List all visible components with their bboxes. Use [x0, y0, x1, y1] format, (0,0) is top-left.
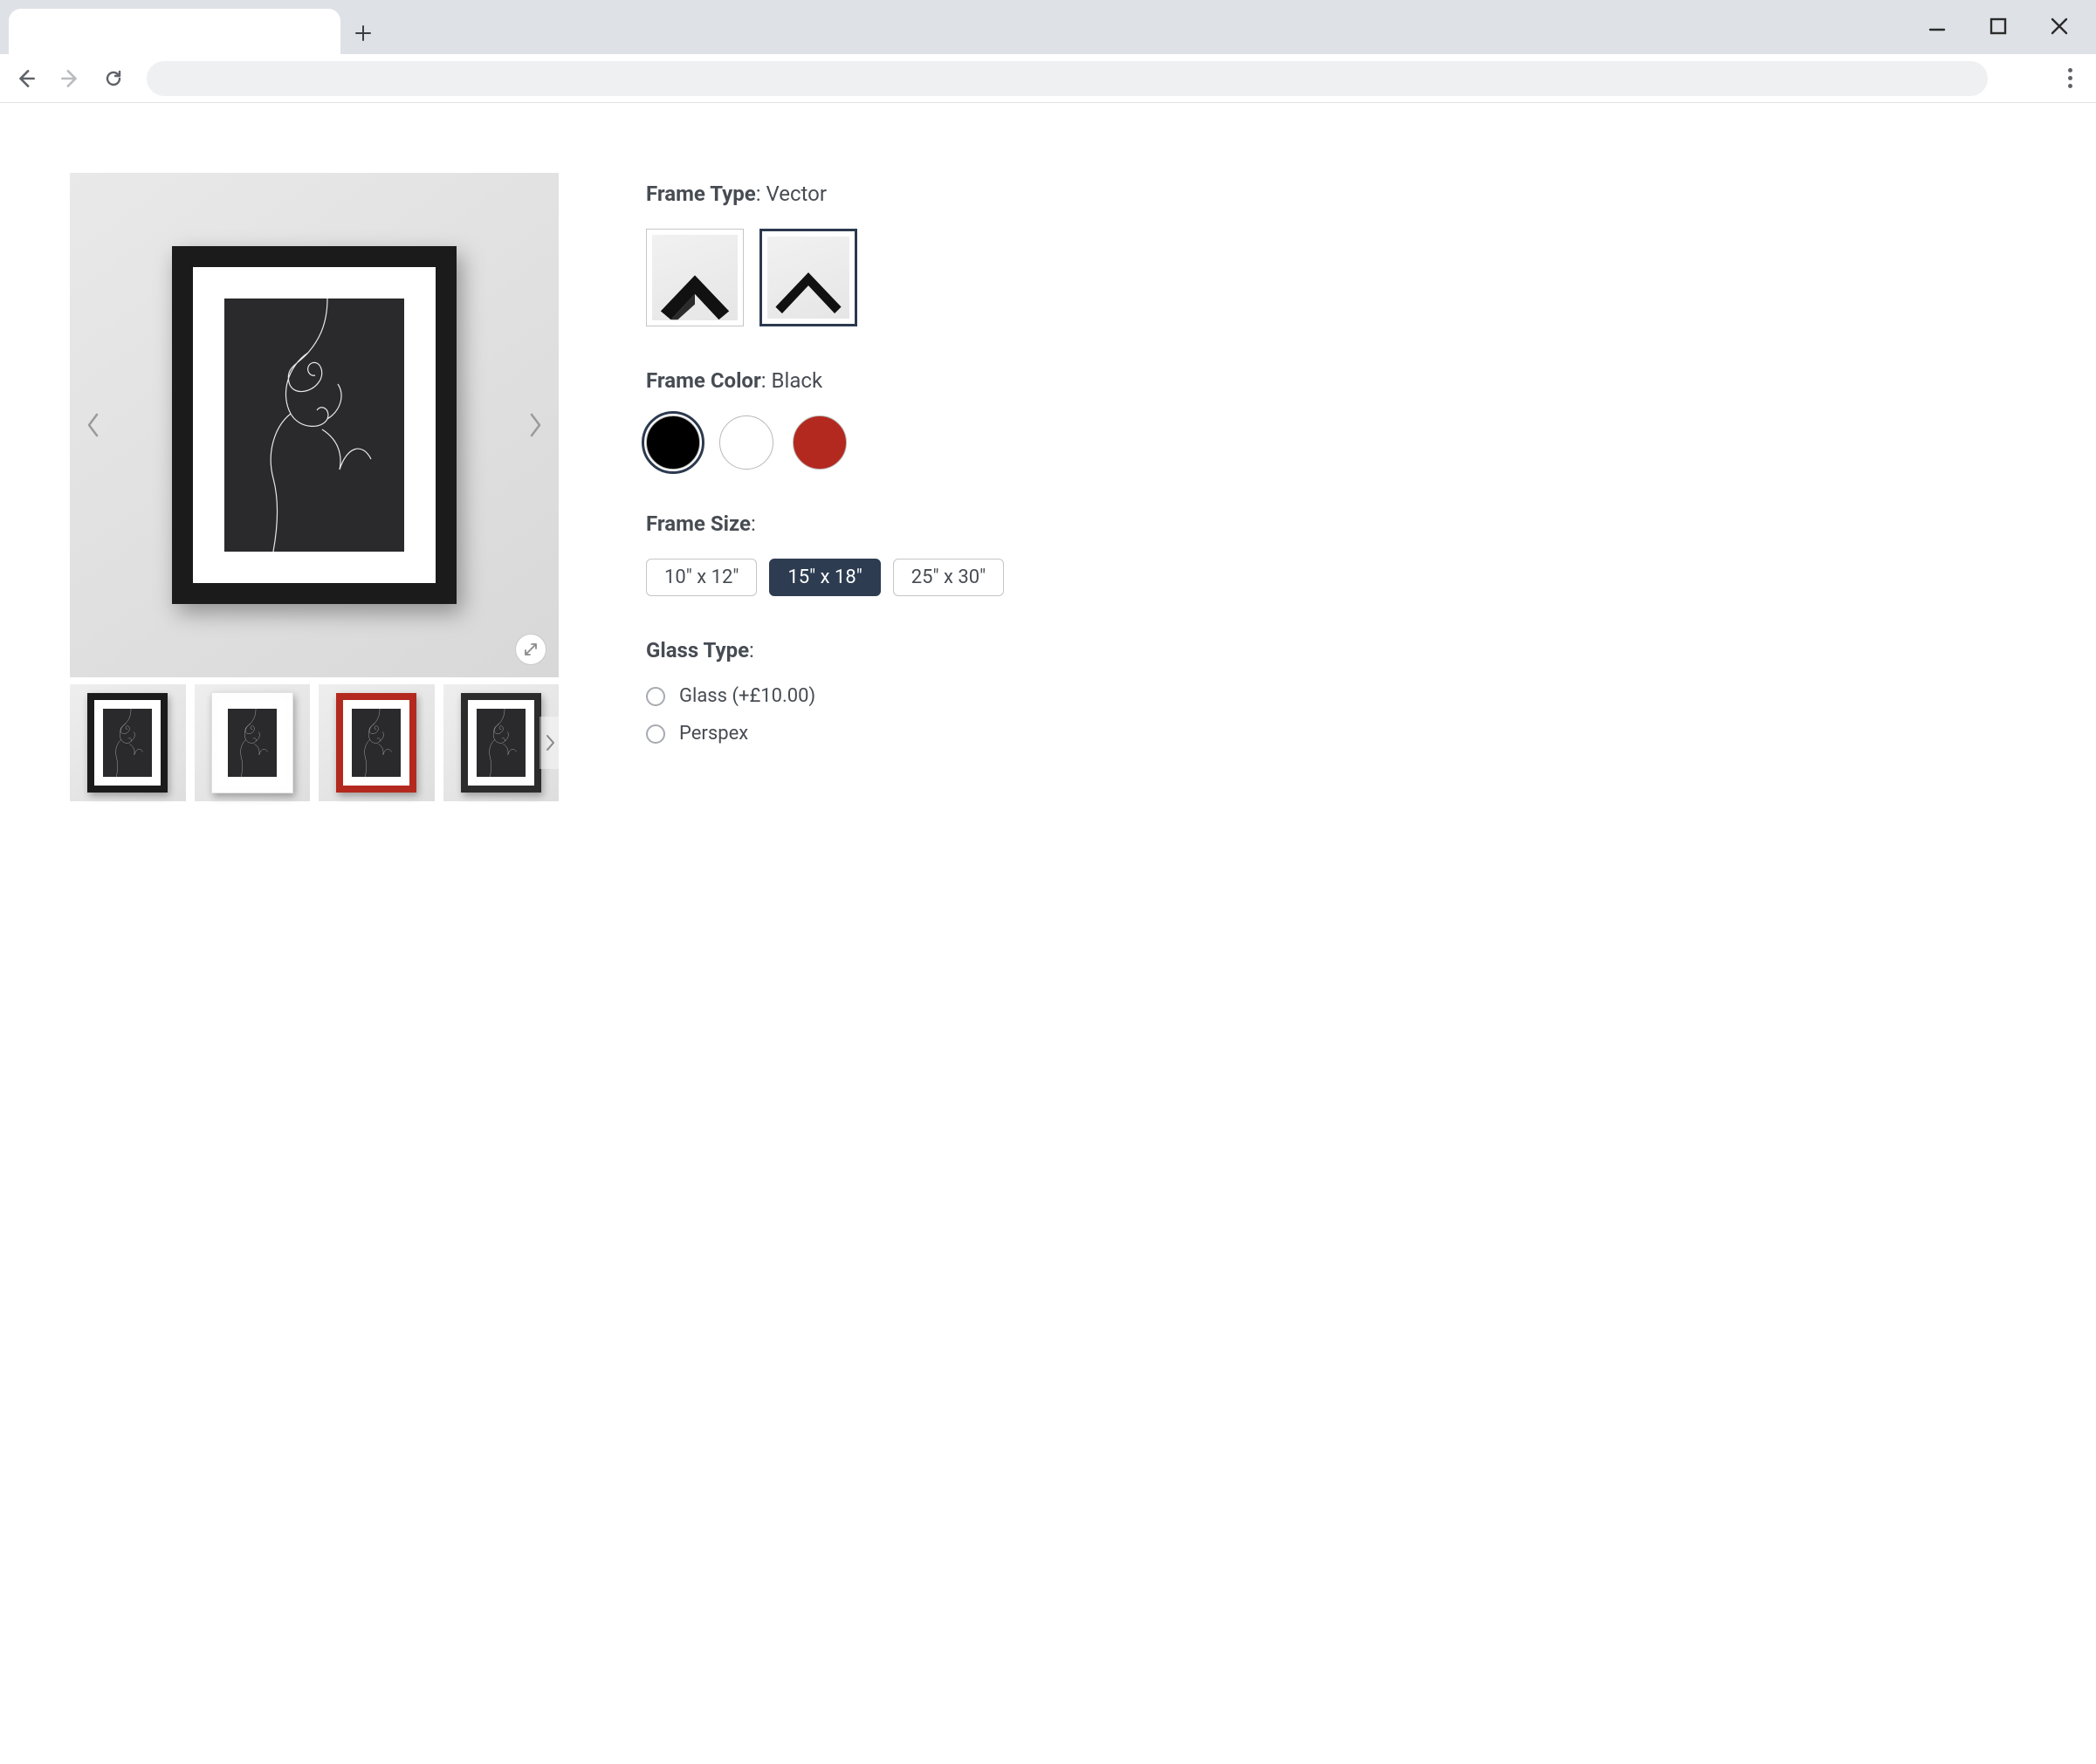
page-content: Frame Type: Vector Frame Color: Black Fr…: [0, 103, 2096, 854]
frame-mat: [193, 267, 436, 583]
glass-type-options: Glass (+£10.00) Perspex: [646, 685, 2026, 745]
thumbnails-next-button[interactable]: [539, 717, 560, 769]
color-swatch-red[interactable]: [793, 415, 847, 470]
size-option[interactable]: 10" x 12": [646, 559, 757, 596]
artwork: [103, 709, 152, 777]
dot-icon: [2068, 84, 2072, 88]
close-icon: [2049, 16, 2070, 37]
framed-art: [336, 693, 416, 793]
frame-corner-icon: [652, 235, 738, 320]
line-art-icon: [228, 709, 277, 777]
option-label: Frame Type: Vector: [646, 182, 2026, 206]
artwork: [228, 709, 277, 777]
color-swatch-black[interactable]: [646, 415, 700, 470]
frame-corner-icon: [767, 237, 849, 319]
line-art-icon: [103, 709, 152, 777]
dot-icon: [2068, 68, 2072, 72]
product-configurator: Frame Type: Vector Frame Color: Black Fr…: [70, 173, 2026, 801]
option-name: Frame Size: [646, 511, 751, 536]
line-art-icon: [477, 709, 526, 777]
dot-icon: [2068, 76, 2072, 80]
maximize-icon: [1989, 17, 2008, 36]
artwork: [352, 709, 401, 777]
option-group-frame-size: Frame Size: 10" x 12" 15" x 18" 25" x 30": [646, 511, 2026, 596]
artwork: [224, 299, 404, 552]
framed-art: [87, 693, 168, 793]
frame-size-options: 10" x 12" 15" x 18" 25" x 30": [646, 559, 2026, 596]
framed-art: [172, 246, 457, 604]
frame-type-option[interactable]: [646, 229, 744, 326]
radio-icon: [646, 724, 665, 744]
browser-toolbar: [0, 54, 2096, 103]
frame-mat: [219, 700, 285, 786]
arrow-right-icon: [58, 67, 81, 90]
line-art-icon: [352, 709, 401, 777]
gallery-expand-button[interactable]: [515, 634, 546, 665]
browser-menu-button[interactable]: [2056, 65, 2084, 93]
frame-color-options: [646, 415, 2026, 470]
frame-mat: [94, 700, 161, 786]
framed-art: [211, 692, 293, 793]
frame-mat: [343, 700, 409, 786]
minimize-icon: [1927, 16, 1948, 37]
nav-back-button[interactable]: [12, 65, 40, 93]
product-options: Frame Type: Vector Frame Color: Black Fr…: [646, 173, 2026, 786]
window-controls: [1925, 14, 2091, 54]
option-label: Frame Size:: [646, 511, 2026, 536]
chevron-left-icon: [86, 412, 101, 438]
gallery-thumbnail[interactable]: [319, 684, 435, 801]
size-option[interactable]: 15" x 18": [769, 559, 880, 596]
frame-type-option[interactable]: [759, 229, 857, 326]
nav-reload-button[interactable]: [100, 65, 127, 93]
option-group-frame-type: Frame Type: Vector: [646, 182, 2026, 326]
gallery-thumbnail[interactable]: [70, 684, 186, 801]
gallery-thumbnails: [70, 684, 559, 801]
product-gallery: [70, 173, 559, 801]
gallery-prev-button[interactable]: [79, 410, 108, 440]
option-label: Glass Type:: [646, 638, 2026, 662]
radio-label: Glass (+£10.00): [679, 685, 815, 707]
option-value: Black: [772, 368, 823, 393]
radio-label: Perspex: [679, 723, 748, 745]
option-label: Frame Color: Black: [646, 368, 2026, 393]
option-group-frame-color: Frame Color: Black: [646, 368, 2026, 470]
glass-option[interactable]: Glass (+£10.00): [646, 685, 2026, 707]
expand-icon: [524, 642, 538, 656]
gallery-main-image: [70, 173, 559, 677]
address-bar[interactable]: [147, 61, 1988, 96]
frame-type-options: [646, 229, 2026, 326]
arrow-left-icon: [15, 67, 38, 90]
line-art-icon: [224, 299, 404, 552]
new-tab-button[interactable]: [346, 16, 381, 51]
tab-strip: [0, 0, 2096, 54]
option-value: Vector: [766, 182, 827, 206]
nav-forward-button[interactable]: [56, 65, 84, 93]
window-maximize-button[interactable]: [1986, 14, 2010, 38]
gallery-thumbnail[interactable]: [195, 684, 311, 801]
glass-option[interactable]: Perspex: [646, 723, 2026, 745]
browser-tab[interactable]: [9, 9, 340, 54]
window-close-button[interactable]: [2047, 14, 2072, 38]
radio-icon: [646, 687, 665, 706]
plus-icon: [354, 24, 372, 42]
browser-chrome: [0, 0, 2096, 103]
color-swatch-white[interactable]: [719, 415, 773, 470]
option-name: Frame Type: [646, 182, 756, 206]
gallery-next-button[interactable]: [520, 410, 550, 440]
chevron-right-icon: [545, 734, 555, 752]
size-option[interactable]: 25" x 30": [893, 559, 1004, 596]
framed-art: [461, 693, 541, 793]
window-minimize-button[interactable]: [1925, 14, 1949, 38]
reload-icon: [103, 68, 124, 89]
artwork: [477, 709, 526, 777]
chevron-right-icon: [527, 412, 543, 438]
option-group-glass-type: Glass Type: Glass (+£10.00) Perspex: [646, 638, 2026, 745]
frame-mat: [468, 700, 534, 786]
option-name: Frame Color: [646, 368, 761, 393]
option-name: Glass Type: [646, 638, 749, 662]
